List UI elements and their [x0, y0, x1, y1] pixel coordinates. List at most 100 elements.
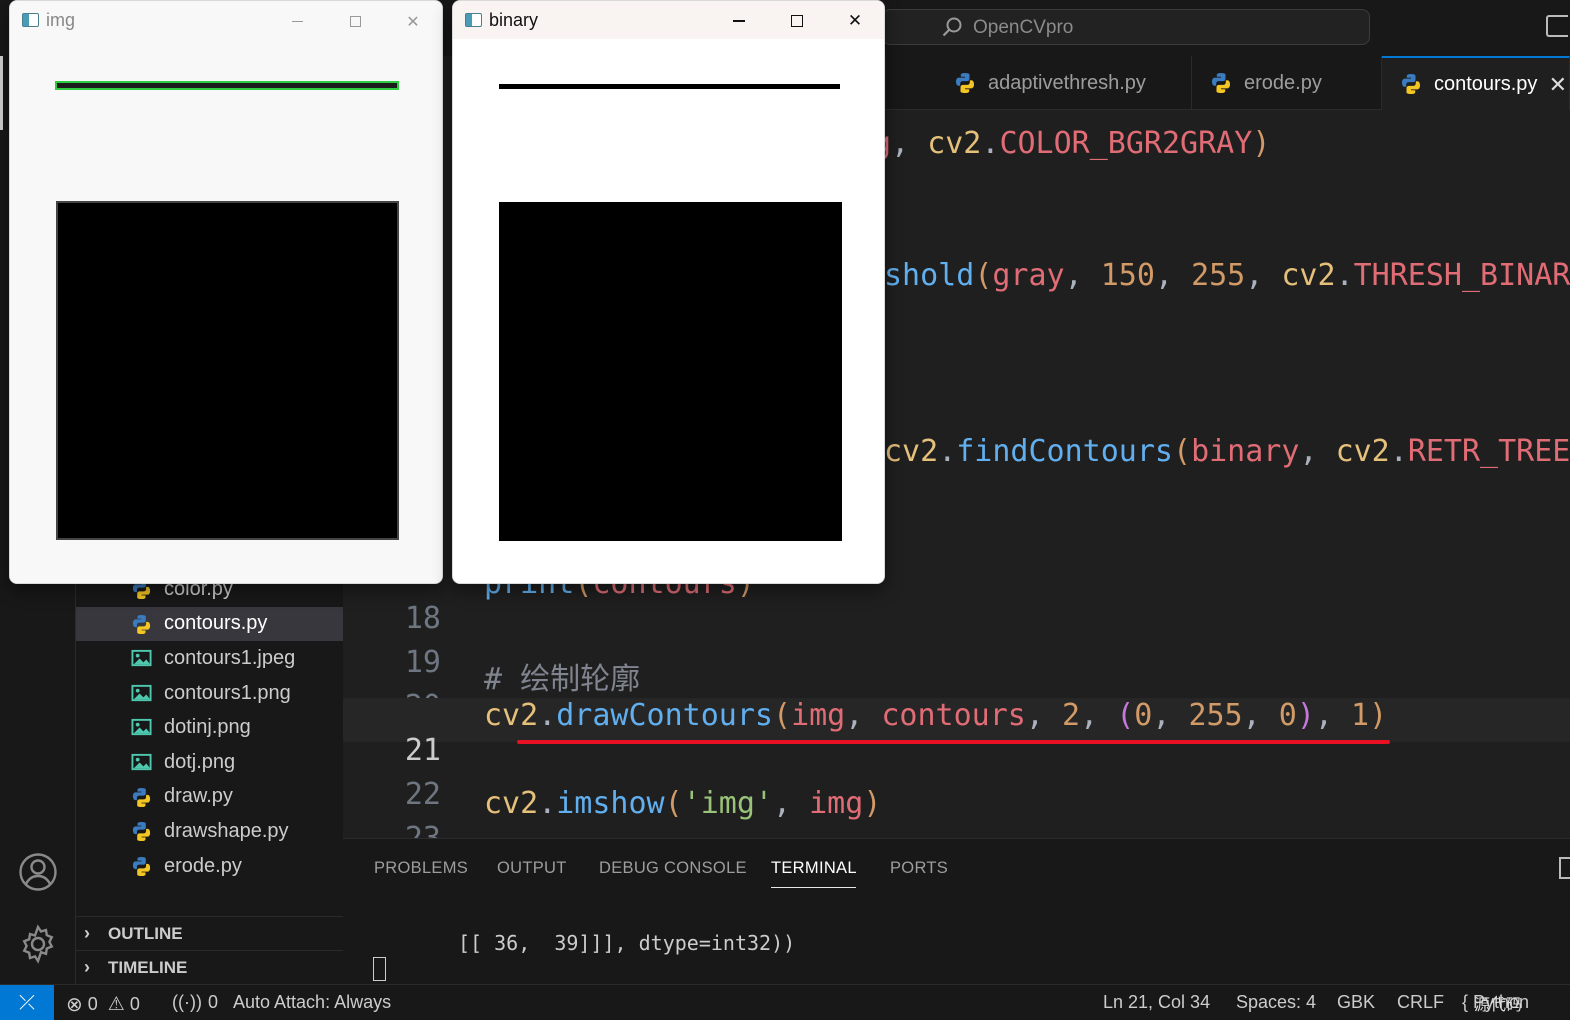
timeline-label: TIMELINE	[108, 957, 188, 977]
code-text: g, cv2.COLOR_BGR2GRAY)	[873, 126, 1271, 161]
window-title-bar[interactable]: binary ✕	[453, 1, 884, 39]
code-line-current: 21 cv2.drawContours(img, contours, 2, (0…	[343, 698, 1570, 768]
broadcast-icon: ((·))	[172, 992, 202, 1012]
line-shape-with-green-contour	[55, 81, 399, 90]
python-icon	[132, 856, 151, 876]
file-label: dotj.png	[164, 750, 236, 773]
file-label: erode.py	[164, 854, 242, 877]
close-icon[interactable]: ✕	[1549, 72, 1567, 98]
active-view-indicator	[0, 56, 3, 130]
search-icon	[942, 17, 962, 37]
search-text: OpenCVpro	[973, 17, 1074, 38]
bottom-panel: PROBLEMS OUTPUT DEBUG CONSOLE TERMINAL P…	[343, 838, 1570, 984]
file-label: contours.py	[164, 612, 268, 635]
maximize-button[interactable]	[782, 7, 812, 35]
close-icon: ✕	[406, 11, 420, 31]
image-canvas	[10, 39, 442, 583]
python-icon	[956, 73, 974, 93]
black-square-shape	[56, 201, 399, 540]
panel-tab-terminal[interactable]: TERMINAL	[771, 859, 857, 878]
maximize-icon	[349, 15, 361, 27]
remote-indicator-button[interactable]: ⤫	[0, 985, 54, 1020]
panel-tab-ports[interactable]: PORTS	[890, 859, 948, 878]
chevron-right-icon: ›	[84, 957, 90, 977]
outline-section-header[interactable]: › OUTLINE	[76, 916, 343, 950]
image-icon	[131, 684, 152, 701]
encoding-status[interactable]: GBK	[1337, 992, 1375, 1013]
black-line-shape	[499, 84, 840, 89]
tab-label: adaptivethresh.py	[988, 71, 1146, 94]
code-line: 22	[343, 742, 1570, 812]
layout-toggle-icon[interactable]	[1546, 15, 1568, 37]
panel-tab-output[interactable]: OUTPUT	[497, 859, 567, 878]
opencv-window-binary[interactable]: binary ✕	[452, 0, 885, 584]
tab-erode[interactable]: erode.py	[1192, 56, 1382, 110]
error-icon: ⊗	[66, 994, 83, 1016]
minimize-icon	[291, 20, 303, 22]
watermark-text: 源代码	[1474, 997, 1523, 1014]
problems-status[interactable]: ⊗ 0 ⚠ 0	[66, 992, 140, 1017]
close-icon: ✕	[847, 11, 863, 31]
image-icon	[131, 650, 152, 667]
binary-canvas	[453, 39, 884, 583]
panel-tab-problems[interactable]: PROBLEMS	[374, 859, 468, 878]
tab-label: contours.py	[1434, 72, 1538, 95]
auto-attach-status[interactable]: Auto Attach: Always	[233, 992, 391, 1013]
account-icon[interactable]	[18, 852, 58, 892]
minimize-button[interactable]	[724, 7, 754, 35]
outline-label: OUTLINE	[108, 923, 183, 943]
code-text: shold(gray, 150, 255, cv2.THRESH_BINARY	[884, 258, 1570, 293]
file-item-dotinj-png[interactable]: dotinj.png	[76, 710, 343, 745]
red-annotation-underline	[517, 740, 1390, 744]
minimize-button[interactable]	[282, 7, 312, 35]
file-item-drawshape-py[interactable]: drawshape.py	[76, 814, 343, 849]
minimize-icon	[733, 20, 745, 22]
cursor-position[interactable]: Ln 21, Col 34	[1103, 992, 1210, 1013]
tab-adaptivethresh[interactable]: adaptivethresh.py	[936, 56, 1192, 110]
maximize-button[interactable]	[340, 7, 370, 35]
close-button[interactable]: ✕	[840, 7, 870, 35]
python-icon	[132, 614, 151, 634]
file-item-dotj-png[interactable]: dotj.png	[76, 745, 343, 780]
app-icon	[22, 13, 39, 27]
code-line: 19	[343, 610, 1570, 680]
terminal-cursor	[373, 957, 386, 981]
window-title: img	[46, 10, 76, 30]
chevron-right-icon: ›	[84, 923, 90, 943]
indentation-status[interactable]: Spaces: 4	[1236, 992, 1316, 1013]
close-button[interactable]: ✕	[398, 7, 428, 35]
file-label: contours1.png	[164, 681, 291, 704]
file-label: draw.py	[164, 785, 233, 808]
maximize-panel-icon[interactable]	[1559, 857, 1570, 879]
gear-icon[interactable]	[18, 924, 58, 964]
tab-contours-active[interactable]: contours.py ✕	[1382, 56, 1570, 110]
image-content	[55, 81, 399, 540]
python-icon	[1212, 73, 1230, 93]
code-text: cv2.findContours(binary, cv2.RETR_TREE	[884, 434, 1570, 469]
maximize-icon	[791, 15, 803, 27]
file-item-contours1-png[interactable]: contours1.png	[76, 676, 343, 711]
python-icon	[132, 822, 151, 842]
image-icon	[131, 719, 152, 736]
code-text: cv2.imshow('img', img)	[484, 786, 882, 821]
window-title-bar[interactable]: img ✕	[10, 1, 442, 39]
code-line: 23 cv2.imshow('img', img)	[343, 786, 1570, 838]
code-line: 20 # 绘制轮廓	[343, 654, 1570, 724]
file-item-erode-py[interactable]: erode.py	[76, 849, 343, 884]
line-number: 23	[343, 821, 441, 838]
timeline-section-header[interactable]: › TIMELINE	[76, 950, 343, 984]
command-center-search[interactable]: OpenCVpro	[882, 9, 1370, 45]
ports-count: 0	[207, 992, 218, 1012]
image-icon	[131, 753, 152, 771]
ports-status[interactable]: ((·)) 0	[172, 992, 218, 1013]
file-label: dotinj.png	[164, 716, 251, 739]
file-item-contours-py[interactable]: contours.py	[76, 606, 343, 642]
python-icon	[132, 787, 151, 807]
status-bar: ⤫ ⊗ 0 ⚠ 0 ((·)) 0 Auto Attach: Always Ln…	[0, 984, 1570, 1020]
opencv-window-img[interactable]: img ✕	[9, 0, 443, 584]
panel-tab-debug-console[interactable]: DEBUG CONSOLE	[599, 859, 747, 878]
file-item-draw-py[interactable]: draw.py	[76, 780, 343, 815]
app-icon	[465, 13, 482, 27]
eol-status[interactable]: CRLF	[1397, 992, 1444, 1013]
file-item-contours1-jpeg[interactable]: contours1.jpeg	[76, 641, 343, 676]
